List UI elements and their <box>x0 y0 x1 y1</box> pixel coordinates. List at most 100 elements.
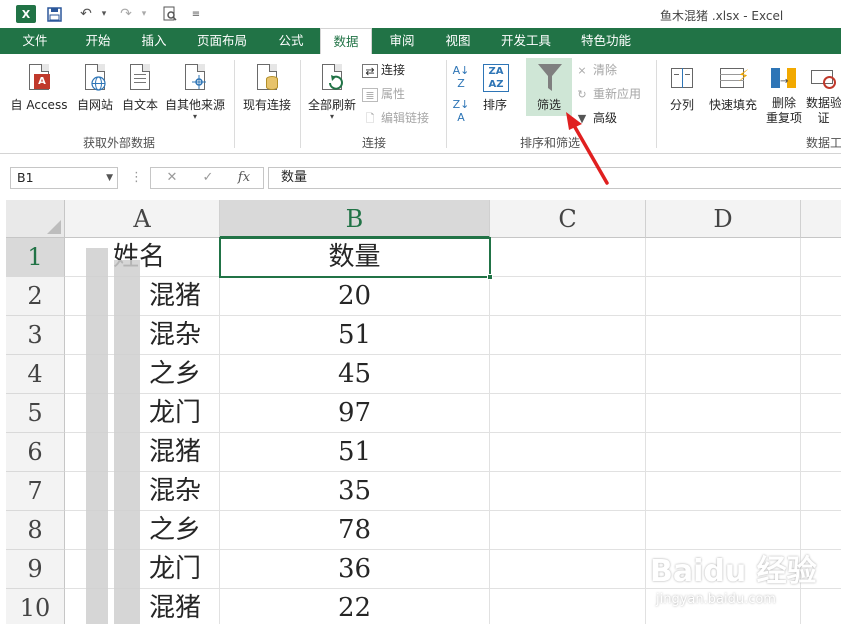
cell-b-row-2[interactable]: 20 <box>220 277 490 316</box>
redaction-blur <box>114 260 140 624</box>
ribbon-data: A 自 Access 自网站 自文本 自其他来源 ▾ 获取外部数据 现有连接 全… <box>0 54 841 154</box>
data-validation-label-2: 证 <box>817 111 830 125</box>
cell-c-row-8[interactable] <box>490 511 646 550</box>
tab-file[interactable]: 文件 <box>0 28 70 54</box>
data-validation-button[interactable]: 数据验 证 <box>806 62 841 126</box>
tab-review[interactable]: 审阅 <box>378 28 426 54</box>
name-box-dropdown-icon[interactable]: ▼ <box>106 168 113 188</box>
column-header-c[interactable]: C <box>490 200 646 238</box>
row-header-10[interactable]: 10 <box>6 589 65 624</box>
column-header-b[interactable]: B <box>220 200 490 238</box>
cell-b-row-4[interactable]: 45 <box>220 355 490 394</box>
tab-data[interactable]: 数据 <box>320 28 372 54</box>
cell-d-row-8[interactable] <box>646 511 801 550</box>
name-box-value: B1 <box>17 170 34 185</box>
row-header-9[interactable]: 9 <box>6 550 65 589</box>
cell-e-row-1[interactable] <box>801 238 841 277</box>
cell-e-row-4[interactable] <box>801 355 841 394</box>
column-header-d[interactable]: D <box>646 200 801 238</box>
column-header-a[interactable]: A <box>65 200 220 238</box>
fill-handle[interactable] <box>487 274 493 280</box>
sort-descending-button[interactable]: Z↓ A <box>450 98 472 124</box>
cell-c-row-9[interactable] <box>490 550 646 589</box>
edit-links-button[interactable]: 🗋 编辑链接 <box>362 108 429 128</box>
text-to-columns-button[interactable]: 分列 <box>662 62 702 113</box>
cell-d-row-2[interactable] <box>646 277 801 316</box>
from-web-button[interactable]: 自网站 <box>74 62 116 113</box>
row-header-7[interactable]: 7 <box>6 472 65 511</box>
cell-e-row-6[interactable] <box>801 433 841 472</box>
name-box[interactable]: B1 ▼ <box>10 167 118 189</box>
cell-b-row-6[interactable]: 51 <box>220 433 490 472</box>
row-header-3[interactable]: 3 <box>6 316 65 355</box>
row-header-4[interactable]: 4 <box>6 355 65 394</box>
cell-b-row-1[interactable]: 数量 <box>220 238 490 277</box>
redo-dropdown-icon[interactable]: ▾ <box>134 4 154 24</box>
from-other-sources-button[interactable]: 自其他来源 ▾ <box>162 62 228 121</box>
cell-e-row-2[interactable] <box>801 277 841 316</box>
tab-special-features[interactable]: 特色功能 <box>570 28 642 54</box>
cell-c-row-6[interactable] <box>490 433 646 472</box>
cell-c-row-4[interactable] <box>490 355 646 394</box>
tab-insert[interactable]: 插入 <box>128 28 180 54</box>
sort-ascending-button[interactable]: A↓ Z <box>450 64 472 90</box>
redo-icon[interactable]: ↷ <box>116 4 136 24</box>
cell-d-row-6[interactable] <box>646 433 801 472</box>
tab-formulas[interactable]: 公式 <box>266 28 316 54</box>
insert-function-icon[interactable]: fx <box>229 168 259 188</box>
tab-developer[interactable]: 开发工具 <box>490 28 562 54</box>
cell-b-row-8[interactable]: 78 <box>220 511 490 550</box>
cell-b-row-9[interactable]: 36 <box>220 550 490 589</box>
cell-e-row-3[interactable] <box>801 316 841 355</box>
enter-icon[interactable]: ✓ <box>193 168 223 188</box>
existing-connections-button[interactable]: 现有连接 <box>238 62 296 113</box>
sort-button[interactable]: ZA AZ 排序 <box>476 62 514 113</box>
undo-dropdown-icon[interactable]: ▾ <box>94 4 114 24</box>
column-header-e[interactable] <box>801 200 841 238</box>
cancel-icon[interactable]: ✕ <box>157 168 187 188</box>
row-header-2[interactable]: 2 <box>6 277 65 316</box>
print-preview-icon[interactable] <box>160 4 180 24</box>
connections-button[interactable]: ⇄ 连接 <box>362 60 405 80</box>
from-text-label: 自文本 <box>121 98 158 112</box>
cell-e-row-5[interactable] <box>801 394 841 433</box>
cell-b-row-10[interactable]: 22 <box>220 589 490 624</box>
cell-d-row-5[interactable] <box>646 394 801 433</box>
row-header-6[interactable]: 6 <box>6 433 65 472</box>
flash-fill-button[interactable]: ⚡ 快速填充 <box>706 62 760 113</box>
tab-view[interactable]: 视图 <box>434 28 482 54</box>
cell-d-row-1[interactable] <box>646 238 801 277</box>
select-all-button[interactable] <box>6 200 65 238</box>
customize-qat-icon[interactable]: ≡ <box>186 4 206 24</box>
undo-icon[interactable]: ↶ <box>76 4 96 24</box>
cell-b-row-5[interactable]: 97 <box>220 394 490 433</box>
cell-d-row-4[interactable] <box>646 355 801 394</box>
cell-d-row-7[interactable] <box>646 472 801 511</box>
cell-c-row-1[interactable] <box>490 238 646 277</box>
cell-e-row-8[interactable] <box>801 511 841 550</box>
clear-filter-button[interactable]: ⨯ 清除 <box>574 60 617 80</box>
from-access-button[interactable]: A 自 Access <box>8 62 70 113</box>
cell-b-row-3[interactable]: 51 <box>220 316 490 355</box>
row-header-1[interactable]: 1 <box>6 238 65 277</box>
refresh-all-button[interactable]: 全部刷新 ▾ <box>304 62 360 121</box>
from-text-button[interactable]: 自文本 <box>118 62 162 113</box>
tab-home[interactable]: 开始 <box>72 28 124 54</box>
cell-e-row-7[interactable] <box>801 472 841 511</box>
cell-c-row-3[interactable] <box>490 316 646 355</box>
row-header-5[interactable]: 5 <box>6 394 65 433</box>
remove-duplicates-button[interactable]: → 删除 重复项 <box>762 62 806 126</box>
cell-b-row-7[interactable]: 35 <box>220 472 490 511</box>
cell-c-row-5[interactable] <box>490 394 646 433</box>
reapply-button[interactable]: ↻ 重新应用 <box>574 84 641 104</box>
properties-button[interactable]: ≣ 属性 <box>362 84 405 104</box>
cell-c-row-2[interactable] <box>490 277 646 316</box>
formula-input[interactable]: 数量 <box>268 167 841 189</box>
row-header-8[interactable]: 8 <box>6 511 65 550</box>
tab-page-layout[interactable]: 页面布局 <box>186 28 258 54</box>
cell-c-row-10[interactable] <box>490 589 646 624</box>
save-icon[interactable] <box>44 4 64 24</box>
cell-d-row-3[interactable] <box>646 316 801 355</box>
cell-c-row-7[interactable] <box>490 472 646 511</box>
filter-button[interactable]: 筛选 <box>526 58 572 116</box>
